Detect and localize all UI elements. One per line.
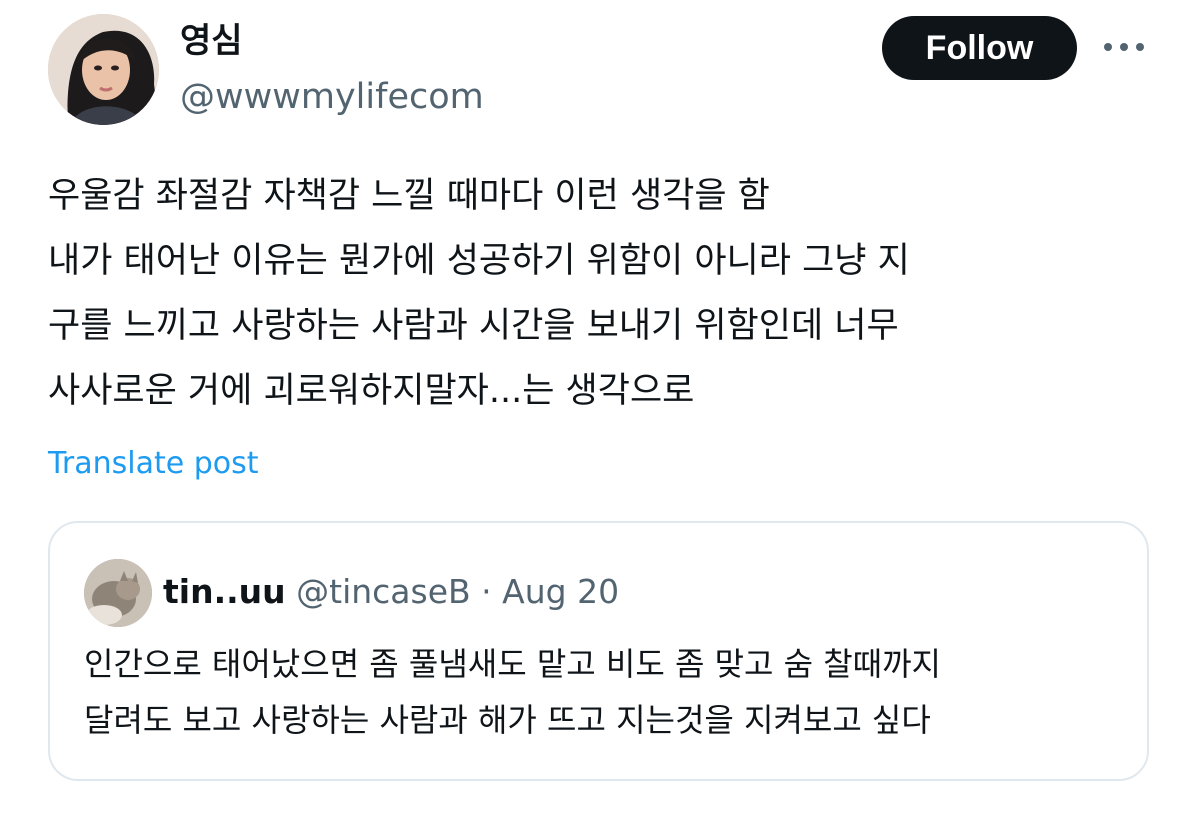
quoted-post-card[interactable]: tin..uu @tincaseB · Aug 20 인간으로 태어났으면 좀 … [48,521,1149,781]
post-text-line: 내가 태어난 이유는 뭔가에 성공하기 위함이 아니라 그냥 지 [48,241,910,281]
follow-button[interactable]: Follow [882,16,1077,80]
quoted-post-separator: · [481,572,492,611]
quoted-post-text-line: 인간으로 태어났으면 좀 풀냄새도 맡고 비도 좀 맞고 숨 찰때까지 [84,645,941,683]
post-text-line: 구를 느끼고 사랑하는 사람과 시간을 보내기 위함인데 너무 [48,306,899,346]
quoted-post-text-line: 달려도 보고 사랑하는 사람과 해가 뜨고 지는것을 지켜보고 싶다 [84,701,931,739]
quoted-author-handle[interactable]: @tincaseB [296,572,471,611]
quoted-author-name[interactable]: tin..uu [163,572,286,611]
quoted-post-date[interactable]: Aug 20 [502,572,619,611]
translate-post-link[interactable]: Translate post [48,442,259,486]
post-text: 우울감 좌절감 자책감 느낄 때마다 이런 생각을 함 내가 태어난 이유는 뭔… [48,164,1168,424]
quoted-author-avatar[interactable] [84,559,152,627]
more-horizontal-icon [1104,43,1144,51]
author-display-name[interactable]: 영심 [180,18,243,64]
quoted-author-avatar-photo [84,559,152,627]
quoted-post-text: 인간으로 태어났으면 좀 풀냄새도 맡고 비도 좀 맞고 숨 찰때까지 달려도 … [84,636,1134,748]
author-handle[interactable]: @wwwmylifecom [180,74,484,120]
follow-button-label: Follow [925,28,1034,67]
post-text-line: 사사로운 거에 괴로워하지말자...는 생각으로 [48,371,695,411]
quoted-post-header: tin..uu @tincaseB · Aug 20 [163,569,619,615]
author-avatar-photo [48,14,159,125]
post-text-line: 우울감 좌절감 자책감 느낄 때마다 이런 생각을 함 [48,176,770,216]
more-options-button[interactable] [1098,32,1150,62]
author-avatar[interactable] [48,14,159,125]
